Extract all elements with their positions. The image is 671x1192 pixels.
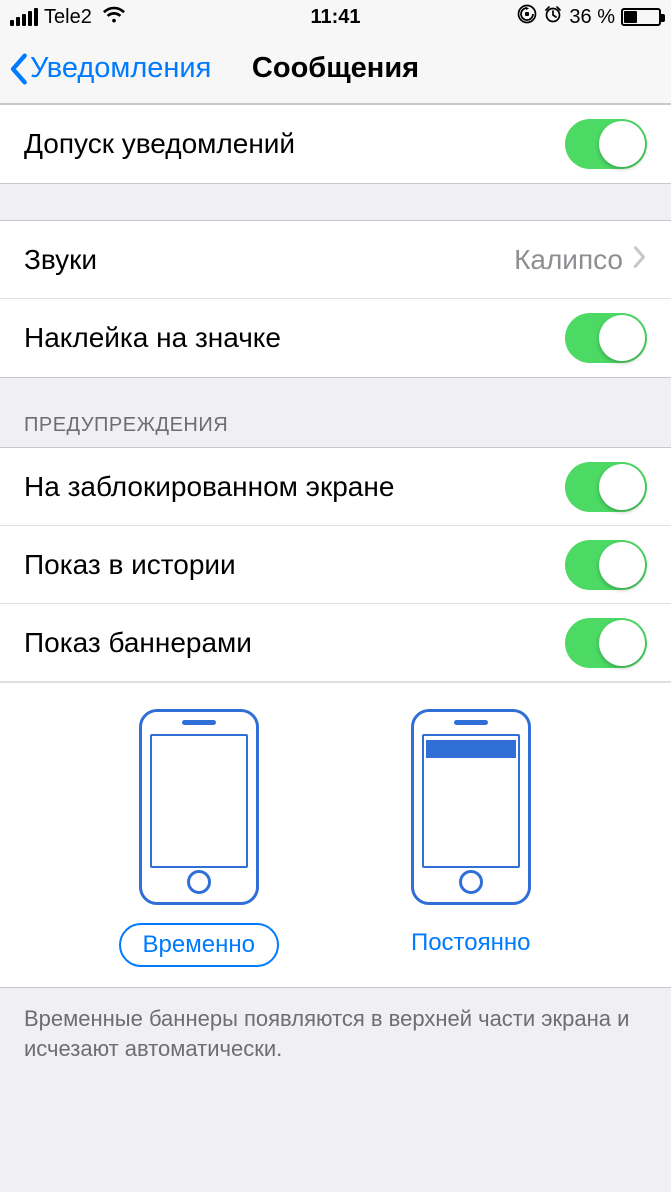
carrier-label: Tele2 [44,6,92,29]
row-lock-screen[interactable]: На заблокированном экране [0,448,671,526]
row-label: Звуки [24,244,514,276]
footer-note: Временные баннеры появляются в верхней ч… [0,988,671,1083]
signal-icon [10,8,38,26]
status-time: 11:41 [227,6,444,29]
page-title: Сообщения [252,52,419,85]
banner-style-picker: Временно Постоянно [0,682,671,987]
alarm-icon [543,4,563,30]
toggle-badge[interactable] [565,313,647,363]
banner-option-label: Временно [119,923,279,967]
toggle-history[interactable] [565,540,647,590]
section-header-alerts: ПРЕДУПРЕЖДЕНИЯ [0,378,671,447]
battery-fill [624,11,637,23]
chevron-right-icon [633,244,647,276]
orientation-lock-icon [517,4,537,30]
toggle-allow-notifications[interactable] [565,119,647,169]
row-label: На заблокированном экране [24,471,565,503]
status-bar: Tele2 11:41 36 % [0,0,671,34]
back-button[interactable]: Уведомления [8,52,211,86]
row-label: Показ в истории [24,549,565,581]
row-label: Наклейка на значке [24,322,565,354]
chevron-left-icon [8,52,28,86]
row-sounds[interactable]: Звуки Калипсо [0,221,671,299]
battery-icon [621,8,661,26]
toggle-banners[interactable] [565,618,647,668]
row-label: Допуск уведомлений [24,128,565,160]
toggle-lock-screen[interactable] [565,462,647,512]
phone-icon-temporary [139,709,259,905]
row-history[interactable]: Показ в истории [0,526,671,604]
banner-option-temporary[interactable]: Временно [119,709,279,967]
row-banners[interactable]: Показ баннерами [0,604,671,682]
row-label: Показ баннерами [24,627,565,659]
nav-bar: Уведомления Сообщения [0,34,671,104]
phone-icon-persistent [411,709,531,905]
battery-text: 36 % [569,6,615,29]
row-allow-notifications[interactable]: Допуск уведомлений [0,105,671,183]
row-value: Калипсо [514,244,623,276]
back-label: Уведомления [30,52,211,85]
row-badge[interactable]: Наклейка на значке [0,299,671,377]
wifi-icon [102,5,126,29]
banner-option-persistent[interactable]: Постоянно [389,709,553,967]
banner-option-label: Постоянно [389,923,553,963]
